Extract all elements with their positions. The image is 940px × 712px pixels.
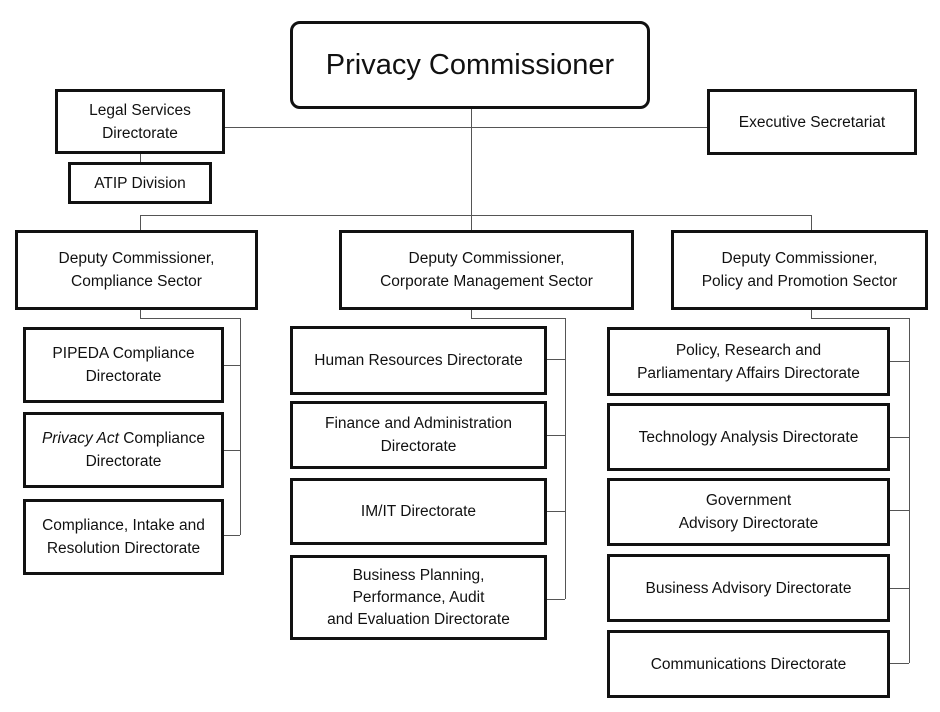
connector [811,318,909,319]
node-label: ATIP Division [94,174,186,192]
node-label: Finance and Administration [325,415,512,432]
pipeda-compliance-box: PIPEDA Compliance Directorate [23,327,224,403]
node-label: and Evaluation Directorate [327,610,510,628]
connector [223,535,240,536]
node-label: Deputy Commissioner, [58,250,215,267]
finance-administration-box: Finance and Administration Directorate [290,401,547,469]
connector [223,365,240,366]
technology-analysis-box: Technology Analysis Directorate [607,403,890,471]
node-label-rest: Compliance [118,430,206,447]
business-planning-box: Business Planning, Performance, Audit an… [290,555,547,640]
atip-division-box: ATIP Division [68,162,212,204]
node-label: Policy and Promotion Sector [701,273,898,290]
government-advisory-box: Government Advisory Directorate [607,478,890,546]
connector [546,511,565,512]
connector-staff [224,127,708,128]
connector [565,318,566,599]
connector [888,588,909,589]
node-label: Technology Analysis Directorate [638,428,859,446]
corporate-management-sector-box: Deputy Commissioner, Corporate Managemen… [339,230,634,310]
connector [888,663,909,664]
node-label: Legal Services [89,101,191,119]
node-label: Advisory Directorate [678,515,819,532]
node-label: Deputy Commissioner, [721,250,878,267]
node-label: Performance, Audit [352,588,485,606]
legal-services-box: Legal Services Directorate [55,89,225,154]
node-label: Parliamentary Affairs Directorate [637,364,860,382]
policy-research-box: Policy, Research and Parliamentary Affai… [607,327,890,396]
connector [223,450,240,451]
node-label: Policy, Research and [675,341,822,359]
executive-secretariat-box: Executive Secretariat [707,89,917,155]
connector [888,361,909,362]
node-label: Government [705,492,792,509]
node-label: PIPEDA Compliance [52,345,195,362]
node-label: Directorate [380,438,457,455]
privacy-commissioner-box: Privacy Commissioner [290,21,650,109]
node-label: Communications Directorate [650,655,847,673]
node-label: Human Resources Directorate [314,352,523,369]
connector [888,510,909,511]
connector [546,435,565,436]
node-label: Privacy Act Compliance [42,427,205,450]
node-label: Directorate [85,453,162,470]
human-resources-box: Human Resources Directorate [290,326,547,395]
privacy-act-compliance-box: Privacy Act Compliance Directorate [23,412,224,488]
node-label: Corporate Management Sector [380,273,593,290]
node-label: Compliance Sector [71,273,202,290]
communications-box: Communications Directorate [607,630,890,698]
node-label: Directorate [85,368,162,385]
node-label-italic: Privacy Act [41,430,119,447]
node-label: Executive Secretariat [738,113,886,131]
connector [546,599,565,600]
compliance-sector-box: Deputy Commissioner, Compliance Sector [15,230,258,310]
node-label: Deputy Commissioner, [408,250,565,267]
node-label: Directorate [102,124,178,142]
node-label: Privacy Commissioner [325,48,615,81]
connector [888,437,909,438]
connector-sectors [140,215,812,216]
connector [909,318,910,663]
connector [471,318,565,319]
connector [240,318,241,535]
business-advisory-box: Business Advisory Directorate [607,554,890,622]
connector-main [471,107,472,215]
node-label: Compliance, Intake and [42,517,205,534]
connector [546,359,565,360]
node-label: Business Planning, [352,566,485,584]
policy-promotion-sector-box: Deputy Commissioner, Policy and Promotio… [671,230,928,310]
im-it-box: IM/IT Directorate [290,478,547,545]
node-label: Business Advisory Directorate [645,579,852,597]
connector [140,318,240,319]
node-label: Resolution Directorate [46,540,201,557]
node-label: IM/IT Directorate [360,503,477,520]
compliance-intake-resolution-box: Compliance, Intake and Resolution Direct… [23,499,224,575]
